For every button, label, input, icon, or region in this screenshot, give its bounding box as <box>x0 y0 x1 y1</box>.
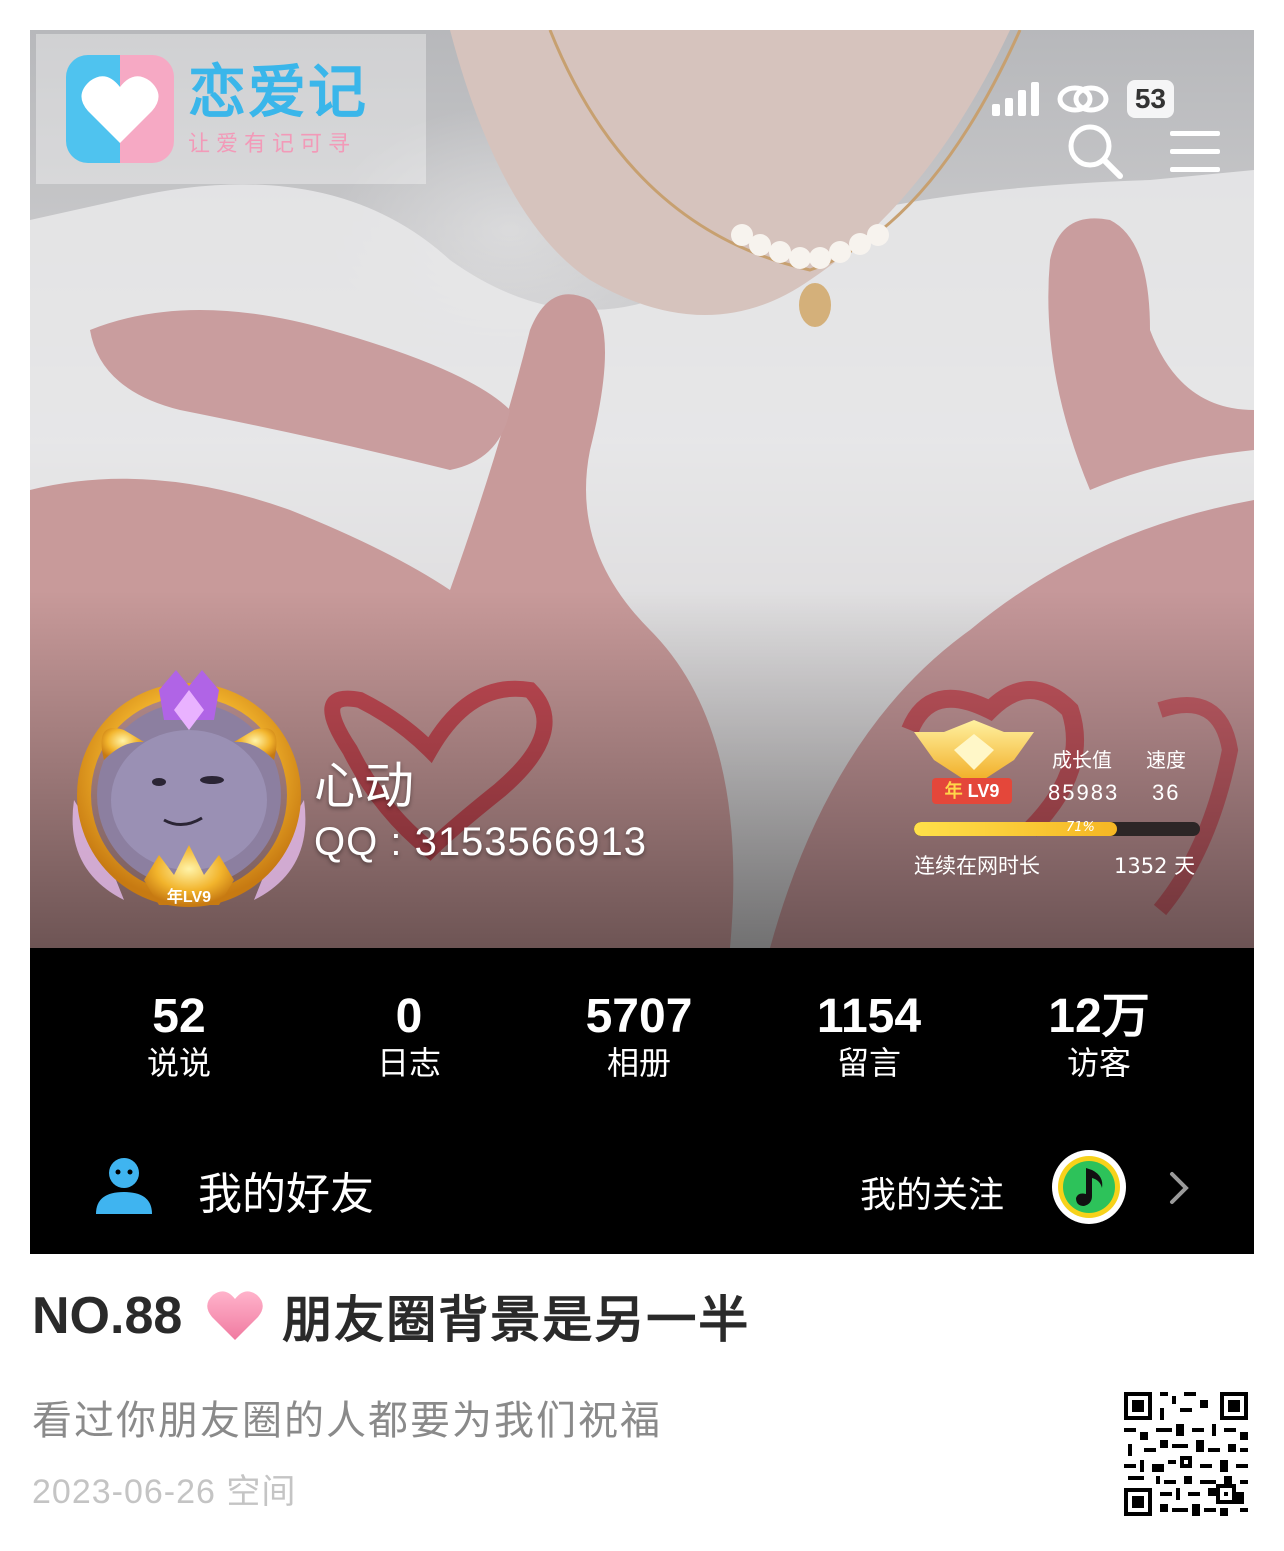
my-follows-button[interactable]: 我的关注 <box>860 1166 1004 1218</box>
stat-label: 说说 <box>146 1044 211 1082</box>
stat-album[interactable]: 5707 相册 <box>524 948 754 1108</box>
heart-logo-icon <box>66 55 174 163</box>
level-badge: 年 LV9 <box>932 778 1012 804</box>
article-subtitle: 看过你朋友圈的人都要为我们祝福 <box>32 1398 662 1444</box>
article-title: NO.88 朋友圈背景是另一半 <box>32 1284 750 1349</box>
watermark-title: 恋爱记 <box>188 58 369 126</box>
watermark-logo: 恋爱记 让爱有记可寻 <box>36 34 426 184</box>
status-bar: 53 <box>991 80 1174 118</box>
friends-row: 我的好友 我的关注 <box>30 1108 1254 1254</box>
growth-value: 85983 <box>1048 780 1120 805</box>
online-duration-label: 连续在网时长 <box>914 854 1040 878</box>
signal-icon <box>991 82 1039 116</box>
online-duration-days: 1352 天 <box>1114 854 1196 878</box>
top-actions <box>1066 122 1222 180</box>
stat-value: 5707 <box>585 990 693 1043</box>
profile-qq: QQ : 3153566913 <box>314 820 648 864</box>
link-icon <box>1057 85 1109 113</box>
avatar[interactable]: 年LV9 <box>64 650 314 930</box>
article-title-text: 朋友圈背景是另一半 <box>282 1291 751 1349</box>
speed-label: 速度 <box>1146 748 1186 772</box>
stat-label: 相册 <box>606 1044 671 1082</box>
heart-icon <box>207 1291 264 1340</box>
growth-progress-label: 71% <box>1066 820 1095 835</box>
battery-level: 53 <box>1126 80 1174 118</box>
stat-value: 52 <box>152 990 206 1043</box>
stat-label: 访客 <box>1066 1044 1131 1082</box>
growth-progress <box>914 822 1200 836</box>
level-panel[interactable]: 年 LV9 成长值 速度 85983 36 71% 连续在网时长 1352 天 <box>914 720 1214 880</box>
stat-value: 0 <box>395 990 423 1043</box>
search-icon[interactable] <box>1066 122 1124 180</box>
qzone-screenshot: 恋爱记 让爱有记可寻 53 年LV9 心动 QQ: 3153566913 年 … <box>30 30 1254 1254</box>
avatar-badge: 年LV9 <box>167 887 211 906</box>
friend-icon <box>96 1158 152 1214</box>
profile-name: 心动 <box>314 757 414 815</box>
stat-label: 留言 <box>836 1044 901 1082</box>
stat-diary[interactable]: 0 日志 <box>294 948 524 1108</box>
level-badge-level: LV9 <box>967 781 1000 801</box>
music-note-icon <box>1058 1156 1120 1218</box>
stats-bar: 52 说说 0 日志 5707 相册 1154 留言 12万 访客 <box>30 948 1254 1108</box>
menu-icon[interactable] <box>1168 127 1222 175</box>
speed-value: 36 <box>1152 780 1181 805</box>
stat-visitors[interactable]: 12万 访客 <box>984 948 1214 1108</box>
stat-value: 12万 <box>1048 990 1150 1043</box>
level-badge-prefix: 年 <box>944 781 963 801</box>
qr-code <box>1120 1388 1252 1520</box>
followed-avatar[interactable] <box>1052 1150 1126 1224</box>
article-number: NO.88 <box>32 1287 183 1345</box>
my-friends-button[interactable]: 我的好友 <box>198 1158 374 1222</box>
stat-messages[interactable]: 1154 留言 <box>754 948 984 1108</box>
article-meta: 2023-06-26 空间 <box>32 1473 297 1511</box>
avatar-frame: 年LV9 <box>72 670 306 907</box>
stat-label: 日志 <box>376 1044 441 1082</box>
stat-value: 1154 <box>816 990 922 1043</box>
growth-label: 成长值 <box>1052 748 1112 772</box>
watermark-subtitle: 让爱有记可寻 <box>188 132 357 157</box>
stat-shuoshuo[interactable]: 52 说说 <box>64 948 294 1108</box>
chevron-right-icon[interactable] <box>1168 1168 1192 1208</box>
